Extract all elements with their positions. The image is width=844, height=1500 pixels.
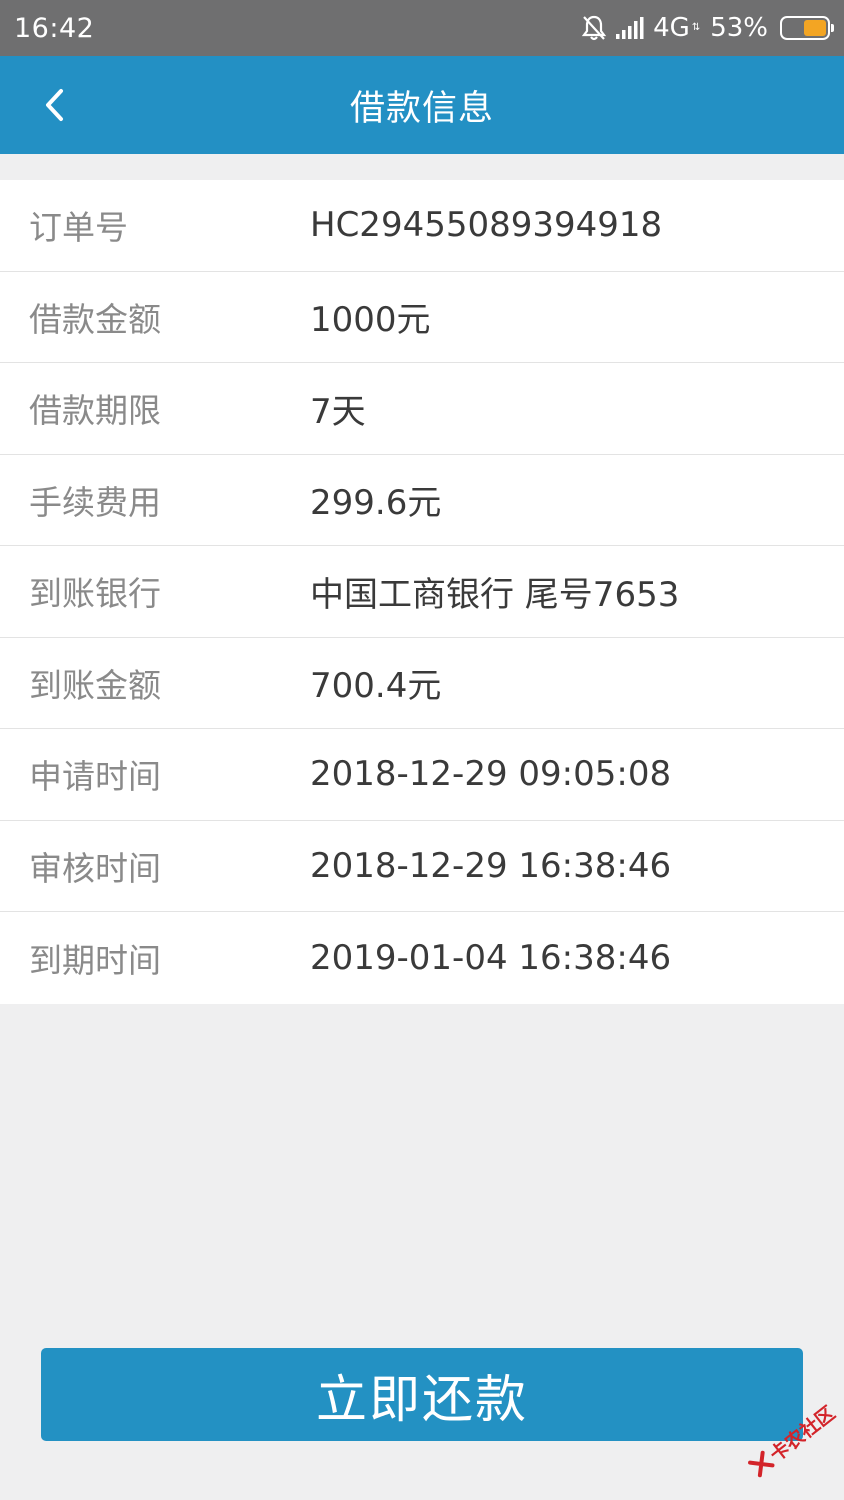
status-bar: 16:42 4G ⇅ 53%	[0, 0, 844, 56]
repay-now-button[interactable]: 立即还款	[41, 1348, 803, 1441]
loan-info-list: 订单号 HC29455089394918 借款金额 1000元 借款期限 7天 …	[0, 180, 844, 1004]
battery-fill	[803, 20, 826, 36]
info-row-received-amount: 到账金额 700.4元	[0, 638, 844, 729]
battery-icon	[780, 16, 834, 40]
network-type: 4G	[653, 13, 690, 43]
info-value: 299.6元	[310, 483, 442, 524]
info-label: 申请时间	[29, 757, 161, 797]
page-title: 借款信息	[349, 88, 494, 129]
info-label: 借款期限	[29, 391, 161, 431]
info-row-loan-term: 借款期限 7天	[0, 363, 844, 455]
battery-percent: 53%	[710, 13, 768, 43]
info-value: 700.4元	[310, 666, 442, 707]
app-header: 借款信息	[0, 56, 844, 154]
info-value: 中国工商银行 尾号7653	[310, 574, 680, 615]
status-icons: 4G ⇅ 53%	[581, 13, 834, 43]
bell-muted-icon	[581, 14, 607, 42]
info-label: 到账银行	[29, 574, 161, 614]
info-row-review-time: 审核时间 2018-12-29 16:38:46	[0, 821, 844, 912]
info-label: 到期时间	[29, 940, 161, 980]
info-value: 1000元	[310, 300, 431, 341]
info-value: 2018-12-29 09:05:08	[310, 754, 672, 795]
info-value: 2018-12-29 16:38:46	[310, 845, 672, 886]
info-label: 订单号	[29, 208, 128, 248]
info-row-due-time: 到期时间 2019-01-04 16:38:46	[0, 912, 844, 1004]
chevron-left-icon	[46, 89, 63, 121]
info-label: 审核时间	[29, 848, 161, 888]
info-label: 借款金额	[29, 299, 161, 339]
info-row-receiving-bank: 到账银行 中国工商银行 尾号7653	[0, 546, 844, 638]
info-value: 2019-01-04 16:38:46	[310, 937, 672, 978]
status-time: 16:42	[14, 12, 95, 44]
info-row-apply-time: 申请时间 2018-12-29 09:05:08	[0, 729, 844, 821]
watermark-text: 卡农社区	[765, 1401, 840, 1466]
info-row-order-number: 订单号 HC29455089394918	[0, 180, 844, 272]
info-label: 手续费用	[29, 482, 161, 522]
info-value: HC29455089394918	[310, 205, 663, 246]
signal-icon	[615, 16, 645, 40]
back-button[interactable]	[34, 80, 74, 130]
info-row-loan-amount: 借款金额 1000元	[0, 272, 844, 363]
data-arrows-icon: ⇅	[691, 22, 701, 33]
info-value: 7天	[310, 391, 366, 432]
info-row-service-fee: 手续费用 299.6元	[0, 455, 844, 546]
info-label: 到账金额	[29, 665, 161, 705]
